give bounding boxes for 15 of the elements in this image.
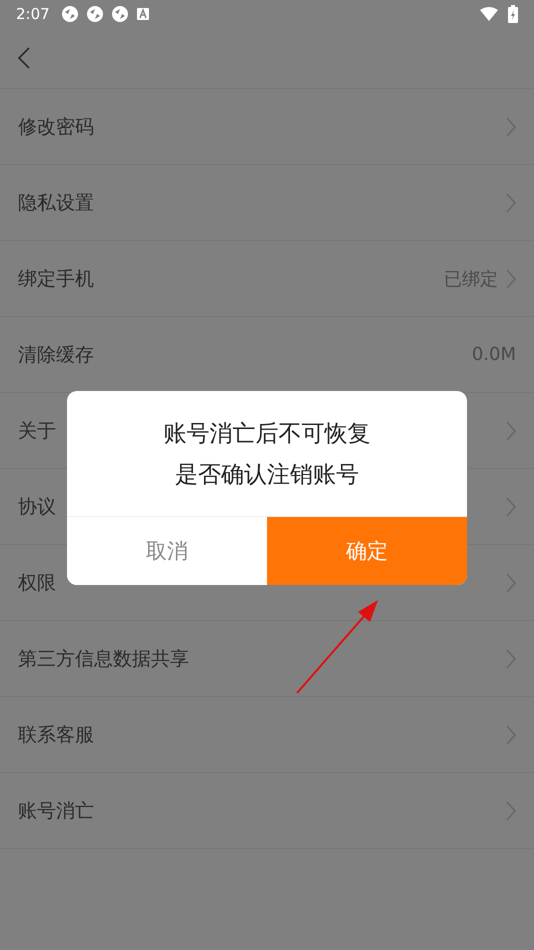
keyboard-icon xyxy=(136,8,149,20)
battery-icon xyxy=(508,5,518,23)
confirm-button[interactable]: 确定 xyxy=(267,517,467,585)
notification-icon xyxy=(62,6,78,22)
settings-row[interactable]: 隐私设置 xyxy=(0,165,534,241)
status-time: 2:07 xyxy=(16,5,50,23)
dialog-message: 是否确认注销账号 xyxy=(175,460,359,490)
notification-icon xyxy=(112,6,128,22)
settings-row[interactable]: 账号消亡 xyxy=(0,773,534,849)
dialog-message: 账号消亡后不可恢复 xyxy=(164,420,370,448)
wifi-icon xyxy=(480,7,498,21)
settings-row[interactable]: 修改密码 xyxy=(0,89,534,165)
settings-row[interactable]: 联系客服 xyxy=(0,697,534,773)
settings-row[interactable]: 第三方信息数据共享 xyxy=(0,621,534,697)
notification-icon xyxy=(86,6,103,22)
